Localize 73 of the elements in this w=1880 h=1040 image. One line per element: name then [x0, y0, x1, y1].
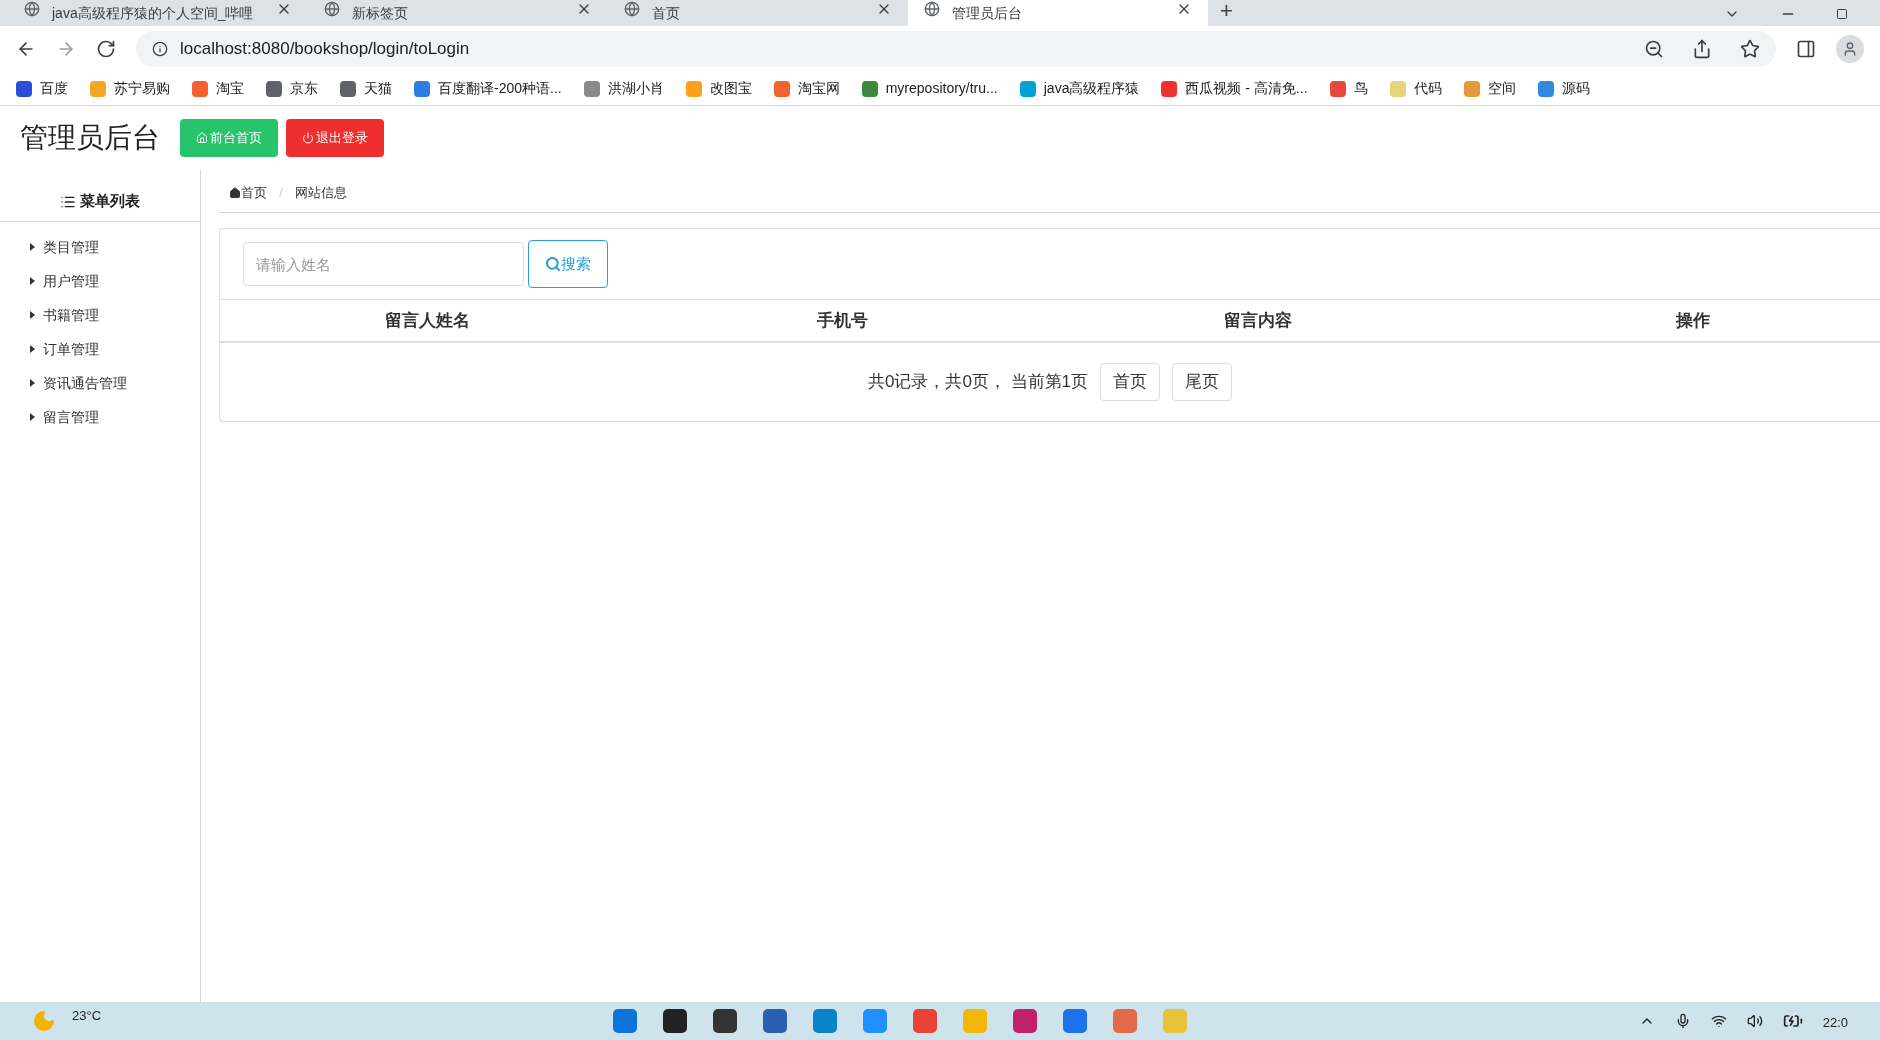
breadcrumb-current: 网站信息	[294, 184, 347, 203]
profile-avatar[interactable]	[1836, 35, 1864, 63]
bookmark-link[interactable]: 西瓜视频 - 高清免...	[1185, 78, 1308, 99]
bookmark-link[interactable]: 空间	[1487, 78, 1516, 99]
column-header: 操作	[1674, 309, 1711, 332]
bookmark-link[interactable]: 京东	[290, 78, 318, 99]
home-icon	[196, 132, 208, 144]
address-bar[interactable]: localhost:8080/bookshop/login/toLogin	[136, 31, 1776, 67]
page-button[interactable]: 首页	[1100, 363, 1161, 401]
taskbar-app-icon[interactable]	[662, 1009, 687, 1033]
zoom-icon[interactable]	[1644, 39, 1664, 59]
pagination-summary: 共0记录，共0页， 当前第1页	[867, 371, 1089, 394]
page-title: 管理员后台	[20, 121, 160, 155]
menu-item[interactable]: 留言管理	[0, 400, 200, 434]
bookmark-link[interactable]: 改图宝	[709, 78, 752, 99]
logout-button[interactable]: 退出登录	[286, 119, 384, 157]
column-header: 手机号	[816, 309, 869, 332]
page-button[interactable]: 尾页	[1172, 363, 1233, 401]
breadcrumb-link[interactable]: 首页	[241, 183, 267, 203]
maximize-icon[interactable]	[1836, 8, 1848, 20]
bookmark-link[interactable]: 代码	[1413, 78, 1442, 99]
power-icon	[302, 132, 314, 144]
bookmark-link[interactable]: 淘宝网	[797, 78, 840, 99]
taskbar-app-icon[interactable]	[712, 1009, 737, 1033]
menu-item[interactable]: 书籍管理	[0, 298, 200, 332]
new-tab-button[interactable]: +	[1220, 0, 1233, 22]
caret-icon	[30, 345, 35, 353]
globe-icon	[24, 1, 40, 17]
url-text: localhost:8080/bookshop/login/toLogin	[180, 38, 471, 61]
menu-title-text: 菜单列表	[80, 191, 140, 212]
globe-icon	[324, 1, 340, 17]
bookmark-link[interactable]: 源码	[1561, 78, 1590, 99]
bookmark-link[interactable]: myrepository/tru...	[885, 78, 998, 99]
wifi-icon[interactable]	[1710, 1013, 1727, 1029]
tab-title: 管理员后台	[952, 4, 1023, 22]
home-icon	[229, 187, 241, 199]
menu-item[interactable]: 订单管理	[0, 332, 200, 366]
tab-title: java高级程序猿的个人空间_哔哩	[52, 4, 255, 22]
caret-icon	[30, 379, 35, 387]
bookmark-link[interactable]: 鸟	[1353, 78, 1368, 99]
caret-icon	[30, 311, 35, 319]
temperature-text: 23°C	[72, 1007, 102, 1025]
globe-icon	[924, 1, 940, 17]
moon-icon	[32, 1009, 56, 1033]
column-header: 留言人姓名	[384, 309, 471, 332]
bookmark-link[interactable]: 天猫	[364, 78, 392, 99]
reload-icon[interactable]	[96, 39, 116, 59]
menu-item[interactable]: 类目管理	[0, 230, 200, 264]
share-icon[interactable]	[1692, 39, 1712, 59]
tab-title: 首页	[652, 4, 681, 22]
bookmark-link[interactable]: 百度	[40, 78, 68, 99]
speaker-icon[interactable]	[1746, 1013, 1763, 1029]
clock-text[interactable]: 22:0	[1822, 1013, 1848, 1033]
tab-title: 新标签页	[352, 4, 409, 22]
bookmark-link[interactable]: 洪湖小肖	[607, 78, 664, 99]
caret-icon	[30, 243, 35, 251]
search-icon	[545, 256, 561, 272]
bookmark-link[interactable]: 百度翻译-200种语...	[438, 78, 562, 99]
menu-item[interactable]: 资讯通告管理	[0, 366, 200, 400]
side-panel-icon[interactable]	[1796, 39, 1816, 59]
info-icon	[152, 41, 168, 57]
breadcrumb-separator: /	[279, 184, 283, 203]
bookmark-link[interactable]: java高级程序猿	[1043, 78, 1140, 99]
name-search-field[interactable]: 请输入姓名	[243, 242, 524, 286]
caret-icon	[30, 413, 35, 421]
globe-icon	[624, 1, 640, 17]
star-icon[interactable]	[1740, 39, 1760, 59]
bookmark-link[interactable]: 淘宝	[216, 78, 244, 99]
bookmark-link[interactable]: 苏宁易购	[114, 78, 170, 99]
caret-icon	[30, 277, 35, 285]
column-header: 留言内容	[1222, 309, 1293, 332]
browser-tab[interactable]: 管理员后台	[908, 0, 1208, 26]
menu-item[interactable]: 用户管理	[0, 264, 200, 298]
